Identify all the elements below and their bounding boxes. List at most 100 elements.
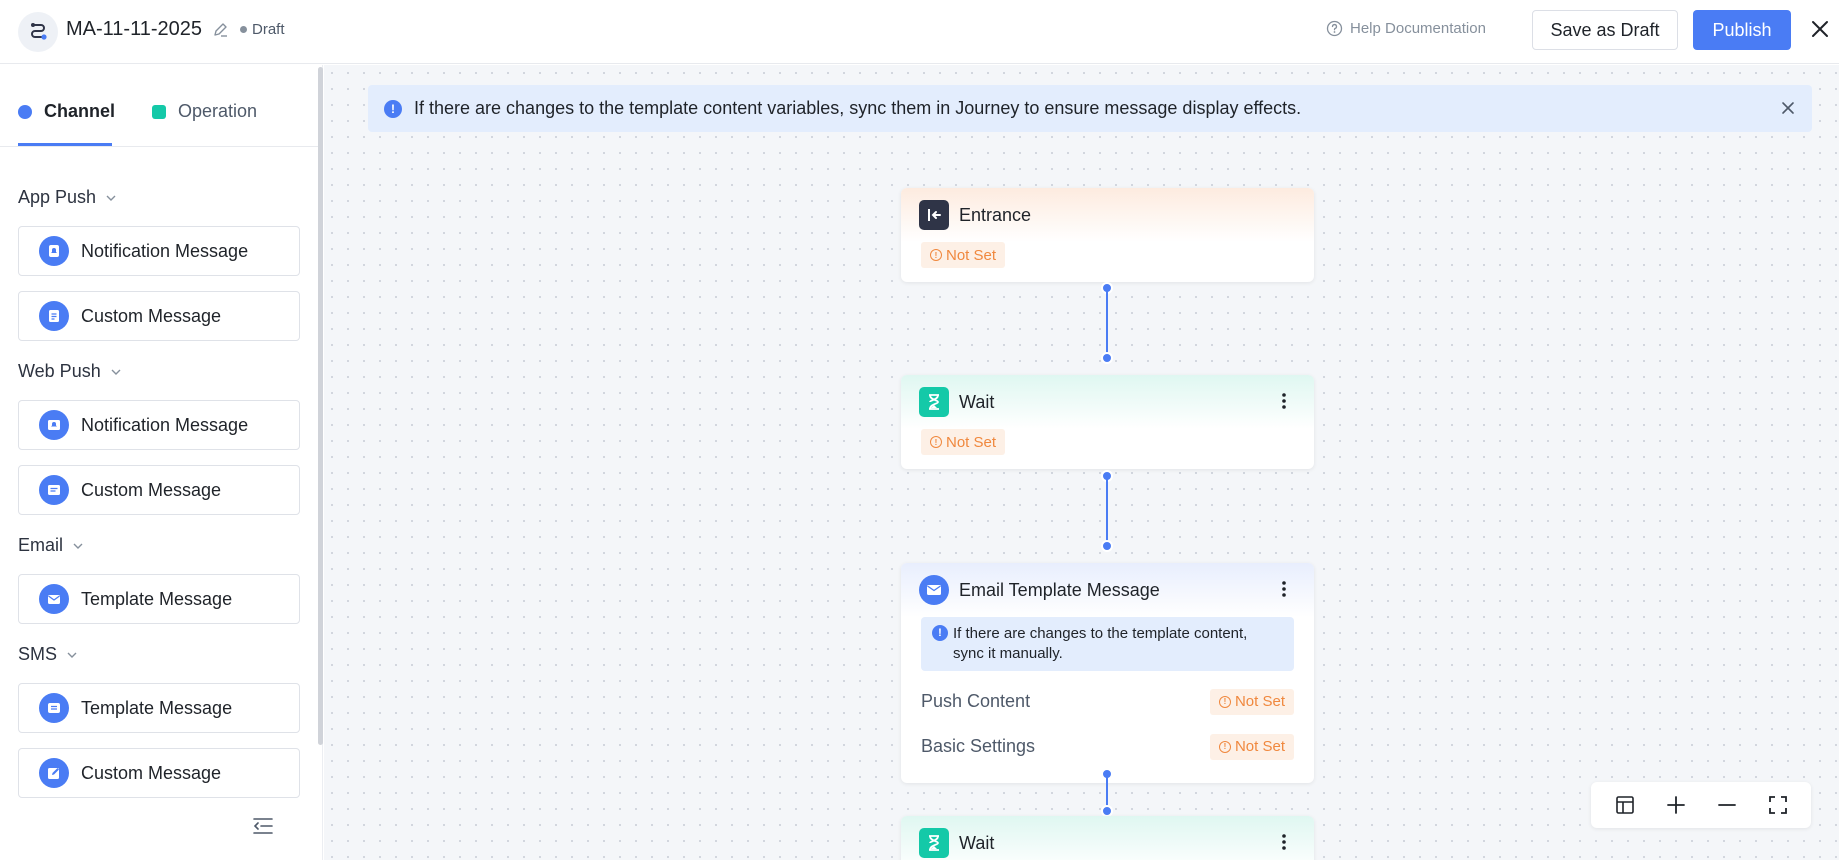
close-icon[interactable] <box>1810 19 1830 44</box>
sidebar-item-email-template[interactable]: Template Message <box>18 574 300 624</box>
group-web-push[interactable]: Web Push <box>18 361 123 382</box>
not-set-badge: ! Not Set <box>1209 733 1294 760</box>
edit-icon <box>39 758 69 788</box>
sidebar-item-label: Notification Message <box>81 414 249 435</box>
zoom-in-icon[interactable] <box>1659 788 1693 822</box>
node-title: Entrance <box>959 204 1032 225</box>
group-title: Web Push <box>18 361 101 381</box>
group-app-push[interactable]: App Push <box>18 187 118 208</box>
status-dot <box>240 26 247 33</box>
canvas-toolbar <box>1591 782 1811 828</box>
node-entrance[interactable]: Entrance ! Not Set <box>901 188 1314 282</box>
sync-note: ! If there are changes to the template c… <box>921 617 1294 671</box>
node-header: Wait <box>901 375 1314 429</box>
group-title: SMS <box>18 644 58 664</box>
mail-icon <box>919 575 949 605</box>
group-email[interactable]: Email <box>18 535 85 556</box>
collapse-sidebar-icon[interactable] <box>252 817 274 840</box>
node-title: Email Template Message <box>959 579 1160 600</box>
node-email-template[interactable]: Email Template Message ! If there are ch… <box>901 563 1314 783</box>
setting-label: Basic Settings <box>921 736 1036 756</box>
zoom-out-icon[interactable] <box>1710 788 1744 822</box>
tab-operation-label: Operation <box>178 101 258 121</box>
journey-icon <box>18 12 58 52</box>
channel-dot-icon <box>18 104 32 119</box>
banner-text: If there are changes to the template con… <box>414 98 1302 118</box>
group-title: Email <box>18 535 64 555</box>
tab-operation[interactable]: Operation <box>152 101 257 122</box>
input-port[interactable] <box>1101 352 1113 364</box>
notification-icon <box>39 410 69 440</box>
close-banner-icon[interactable] <box>1780 100 1796 121</box>
chevron-down-icon <box>73 543 83 549</box>
sidebar-item-web-push-notification[interactable]: Notification Message <box>18 400 300 450</box>
help-icon <box>1326 20 1343 37</box>
publish-button[interactable]: Publish <box>1693 10 1791 50</box>
sidebar-item-sms-custom[interactable]: Custom Message <box>18 748 300 798</box>
warning-icon: ! <box>1218 695 1231 708</box>
not-set-badge: ! Not Set <box>921 429 1006 455</box>
message-icon <box>39 475 69 505</box>
entrance-icon <box>919 200 949 230</box>
badge-label: Not Set <box>1234 738 1285 755</box>
active-tab-indicator <box>18 143 112 146</box>
group-title: App Push <box>18 187 97 207</box>
help-label: Help Documentation <box>1350 20 1486 37</box>
tab-channel-label: Channel <box>44 101 116 121</box>
group-sms[interactable]: SMS <box>18 644 79 665</box>
node-header: Wait <box>901 816 1314 860</box>
layout-icon[interactable] <box>1608 788 1642 822</box>
hourglass-icon <box>919 387 949 417</box>
help-documentation-link[interactable]: Help Documentation <box>1326 20 1486 37</box>
fullscreen-icon[interactable] <box>1761 788 1795 822</box>
more-options-icon[interactable] <box>1282 580 1286 603</box>
save-as-draft-button[interactable]: Save as Draft <box>1532 10 1678 50</box>
input-port[interactable] <box>1101 540 1113 552</box>
chevron-down-icon <box>111 369 121 375</box>
node-header: Entrance <box>901 188 1314 242</box>
more-options-icon[interactable] <box>1282 833 1286 856</box>
sidebar-item-label: Custom Message <box>81 479 222 500</box>
mail-icon <box>39 584 69 614</box>
node-body: ! Not Set <box>901 429 1314 469</box>
tab-channel[interactable]: Channel <box>18 101 115 122</box>
node-wait[interactable]: Wait <box>901 816 1314 860</box>
journey-title: MA-11-11-2025 <box>66 18 202 40</box>
sidebar-item-sms-template[interactable]: Template Message <box>18 683 300 733</box>
node-wait[interactable]: Wait ! Not Set <box>901 375 1314 469</box>
chevron-down-icon <box>106 195 116 201</box>
journey-canvas[interactable]: ! If there are changes to the template c… <box>324 65 1839 860</box>
document-icon <box>39 301 69 331</box>
more-options-icon[interactable] <box>1282 392 1286 415</box>
notification-icon <box>39 236 69 266</box>
sidebar-scrollbar[interactable] <box>318 67 323 745</box>
node-title: Wait <box>959 832 995 853</box>
connector-line <box>1106 476 1108 546</box>
sidebar-tabs: Channel Operation <box>0 65 318 147</box>
sidebar-item-app-push-custom[interactable]: Custom Message <box>18 291 300 341</box>
setting-label: Push Content <box>921 691 1031 711</box>
sidebar-item-label: Template Message <box>81 588 233 609</box>
chevron-down-icon <box>67 652 77 658</box>
status-badge: Draft <box>240 21 285 38</box>
top-bar: MA-11-11-2025 Draft Help Documentation S… <box>0 0 1839 64</box>
setting-row-basic-settings[interactable]: Basic Settings ! Not Set <box>921 724 1294 769</box>
sidebar-item-web-push-custom[interactable]: Custom Message <box>18 465 300 515</box>
component-sidebar: Channel Operation App Push Notification … <box>0 65 323 860</box>
badge-label: Not Set <box>946 246 997 264</box>
node-header: Email Template Message <box>901 563 1314 617</box>
node-title: Wait <box>959 391 995 412</box>
hourglass-icon <box>919 828 949 858</box>
edit-icon[interactable] <box>212 21 229 43</box>
connector-line <box>1106 288 1108 358</box>
warning-icon: ! <box>930 436 942 448</box>
badge-label: Not Set <box>946 433 997 451</box>
sidebar-item-label: Template Message <box>81 697 233 718</box>
setting-row-push-content[interactable]: Push Content ! Not Set <box>921 679 1294 724</box>
sidebar-item-app-push-notification[interactable]: Notification Message <box>18 226 300 276</box>
note-text: If there are changes to the template con… <box>953 625 1248 662</box>
node-body: ! If there are changes to the template c… <box>901 617 1314 783</box>
info-banner: ! If there are changes to the template c… <box>368 85 1812 132</box>
info-icon: ! <box>384 99 402 118</box>
badge-label: Not Set <box>1234 693 1285 710</box>
